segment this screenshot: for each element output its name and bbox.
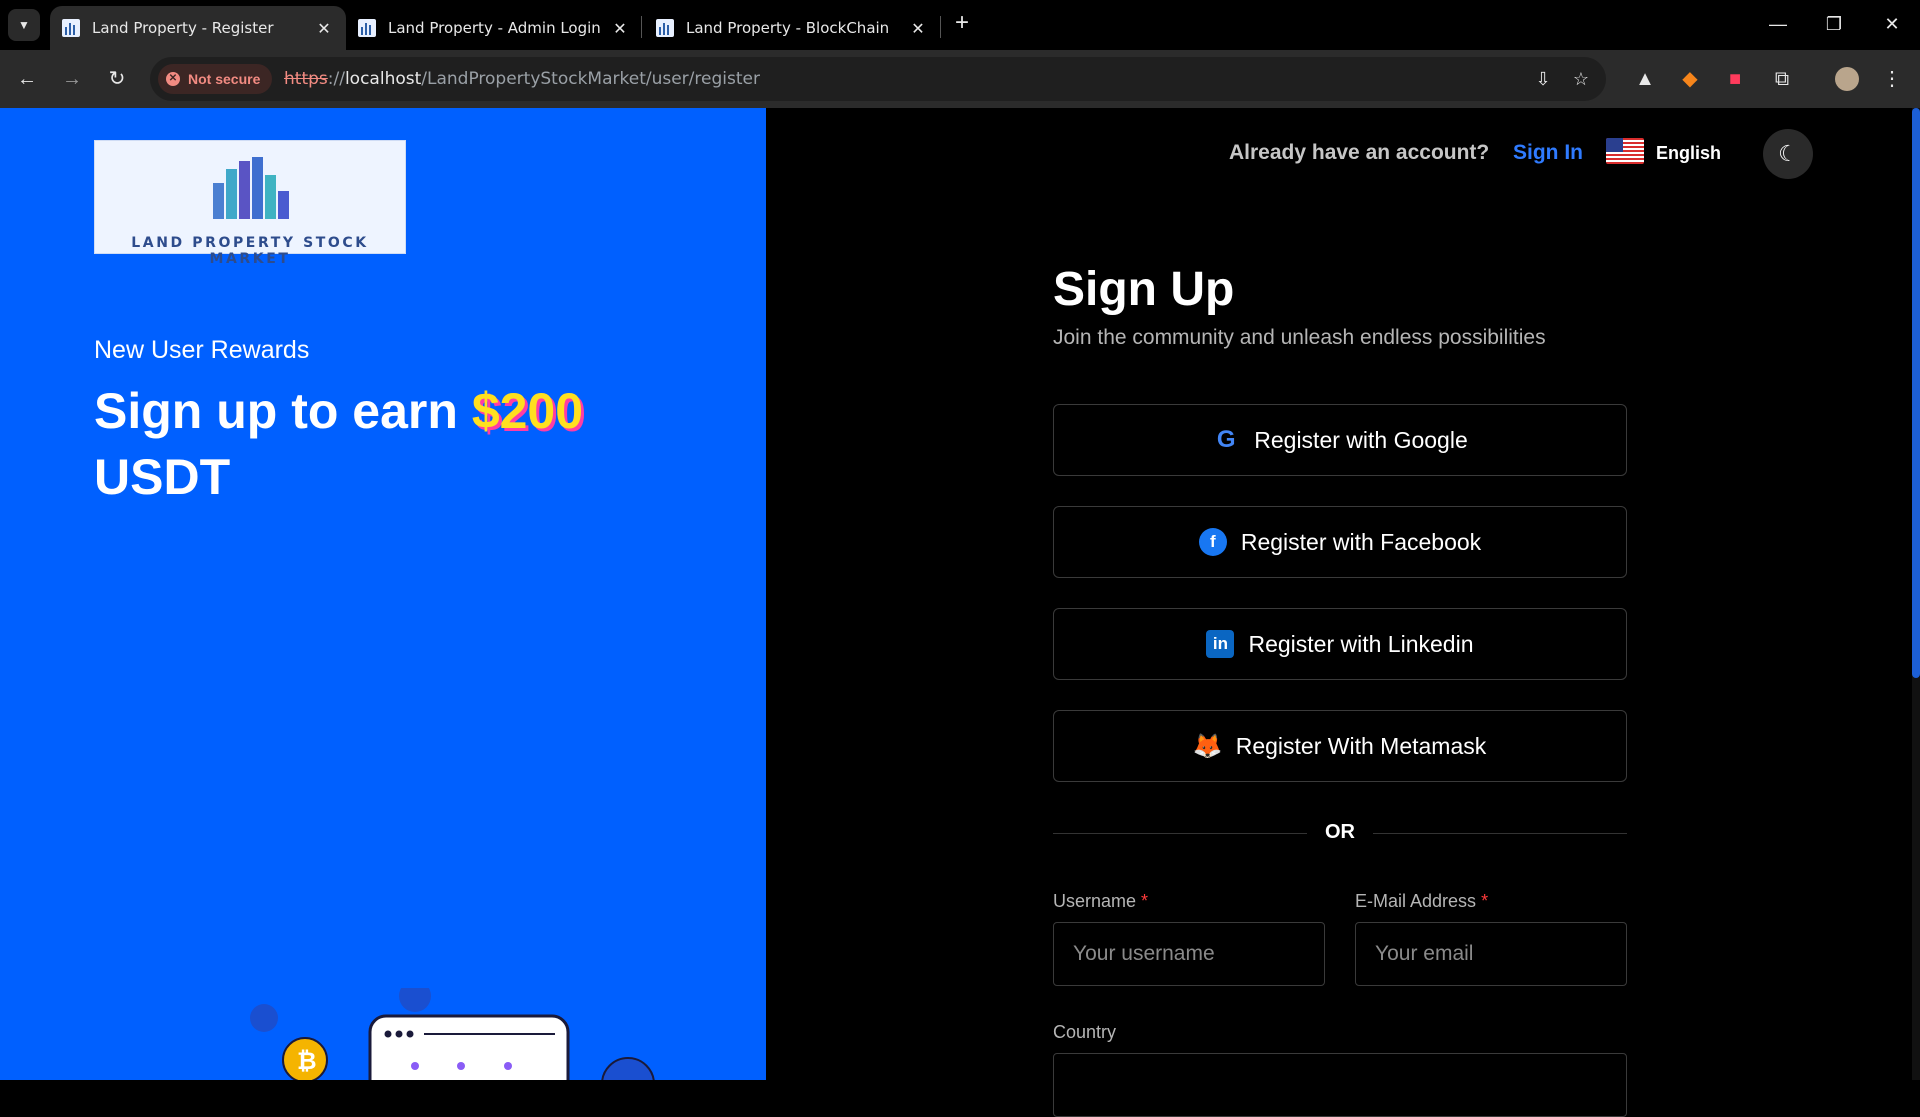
page-title: Sign Up: [1053, 263, 1235, 316]
site-favicon-icon: [62, 19, 80, 37]
url-text[interactable]: https://localhost/LandPropertyStockMarke…: [284, 69, 760, 89]
url-path: /LandPropertyStockMarket/user/register: [421, 69, 760, 89]
email-input[interactable]: [1355, 922, 1627, 986]
close-window-button[interactable]: ✕: [1872, 8, 1912, 40]
tab-blockchain[interactable]: Land Property - BlockChain ✕: [644, 6, 940, 50]
site-favicon-icon: [656, 19, 674, 37]
reload-button[interactable]: ↻: [101, 63, 133, 95]
forward-button[interactable]: →: [56, 63, 88, 95]
close-icon[interactable]: ✕: [908, 19, 928, 38]
chevron-down-icon: ▼: [18, 18, 30, 32]
already-have-account-text: Already have an account?: [1229, 141, 1490, 164]
warning-icon: ✕: [166, 72, 180, 86]
register-google-label: Register with Google: [1254, 426, 1468, 453]
tab-separator: [641, 16, 642, 38]
close-icon[interactable]: ✕: [610, 19, 630, 38]
extension-red-icon[interactable]: ■: [1720, 63, 1750, 95]
moon-icon: ☾: [1778, 141, 1798, 166]
or-divider: OR: [1053, 821, 1627, 845]
new-tab-button[interactable]: +: [948, 10, 976, 38]
tab-title: Land Property - BlockChain: [686, 19, 890, 37]
arrow-left-icon: ←: [17, 68, 37, 90]
menu-kebab-icon[interactable]: ⋮: [1877, 63, 1907, 95]
divider-line: [1373, 833, 1627, 834]
close-icon[interactable]: ✕: [314, 19, 334, 38]
theme-toggle-button[interactable]: ☾: [1763, 129, 1813, 179]
bookmark-star-icon[interactable]: ☆: [1568, 66, 1594, 92]
country-label: Country: [1053, 1022, 1117, 1042]
svg-text:₿: ₿: [297, 1047, 317, 1075]
reload-icon: ↻: [108, 68, 126, 90]
promo-panel: LAND PROPERTY STOCK MARKET New User Rewa…: [0, 108, 766, 1080]
register-linkedin-label: Register with Linkedin: [1248, 630, 1474, 657]
register-facebook-label: Register with Facebook: [1240, 528, 1482, 555]
tab-admin-login[interactable]: Land Property - Admin Login ✕: [346, 6, 642, 50]
register-metamask-button[interactable]: 🦊 Register With Metamask: [1053, 710, 1627, 782]
extension-triangle-icon[interactable]: ▲: [1630, 63, 1660, 95]
tab-register[interactable]: Land Property - Register ✕: [50, 6, 346, 50]
reward-amount: $200: [471, 383, 584, 439]
tab-title: Land Property - Register: [92, 19, 274, 37]
rewards-label: New User Rewards: [94, 336, 310, 364]
security-chip-label: Not secure: [188, 71, 261, 87]
headline-prefix: Sign up to earn: [94, 383, 458, 439]
rewards-headline: Sign up to earn $200 USDT: [94, 378, 654, 510]
email-label-text: E-Mail Address: [1355, 891, 1477, 911]
logo-text: LAND PROPERTY STOCK MARKET: [131, 235, 369, 267]
username-label: Username *: [1053, 891, 1148, 912]
email-label: E-Mail Address *: [1355, 891, 1488, 912]
page-scrollbar[interactable]: [1912, 108, 1920, 1080]
register-facebook-button[interactable]: f Register with Facebook: [1053, 506, 1627, 578]
extensions-puzzle-icon[interactable]: ⧉: [1767, 63, 1797, 95]
plus-icon: +: [954, 9, 969, 36]
install-app-icon[interactable]: ⇩: [1530, 66, 1556, 92]
crypto-illustration: ₿: [250, 988, 655, 1080]
url-host: localhost: [344, 69, 422, 89]
security-chip[interactable]: ✕ Not secure: [158, 64, 273, 94]
language-selector[interactable]: English: [1656, 136, 1721, 170]
signup-panel: Already have an account? Sign In English…: [766, 108, 1910, 1117]
metamask-extension-icon[interactable]: ◆: [1675, 63, 1705, 95]
tab-separator: [940, 16, 941, 38]
tab-search-button[interactable]: ▼: [8, 9, 40, 41]
restore-button[interactable]: ❐: [1814, 8, 1854, 40]
register-google-button[interactable]: G Register with Google: [1053, 404, 1627, 476]
browser-tab-strip: ▼ Land Property - Register ✕ Land Proper…: [0, 0, 1920, 50]
minimize-button[interactable]: —: [1758, 8, 1798, 40]
linkedin-icon: in: [1206, 630, 1235, 658]
required-marker: *: [1481, 891, 1489, 911]
required-marker: *: [1141, 891, 1149, 911]
register-metamask-label: Register With Metamask: [1235, 732, 1487, 759]
page-subtitle: Join the community and unleash endless p…: [1053, 326, 1546, 349]
back-button[interactable]: ←: [11, 63, 43, 95]
headline-suffix: USDT: [94, 449, 231, 505]
tab-title: Land Property - Admin Login: [388, 19, 601, 37]
browser-toolbar: ← → ↻ ✕ Not secure https://localhost/Lan…: [0, 50, 1920, 108]
profile-avatar-icon[interactable]: [1832, 63, 1862, 95]
metamask-icon: 🦊: [1192, 732, 1223, 760]
logo-bars-icon: [213, 153, 289, 219]
username-label-text: Username: [1053, 891, 1137, 911]
facebook-icon: f: [1198, 528, 1227, 556]
url-separator: ://: [327, 69, 345, 89]
us-flag-icon[interactable]: [1606, 138, 1644, 164]
scrollbar-thumb[interactable]: [1912, 108, 1920, 678]
site-favicon-icon: [358, 19, 376, 37]
url-scheme: https: [284, 69, 328, 89]
register-linkedin-button[interactable]: in Register with Linkedin: [1053, 608, 1627, 680]
address-bar[interactable]: ✕ Not secure https://localhost/LandPrope…: [150, 57, 1606, 101]
google-icon: G: [1216, 426, 1236, 453]
username-input[interactable]: [1053, 922, 1325, 986]
country-select[interactable]: [1053, 1053, 1627, 1117]
arrow-right-icon: →: [62, 68, 82, 90]
sign-in-link[interactable]: Sign In: [1513, 136, 1583, 170]
site-logo[interactable]: LAND PROPERTY STOCK MARKET: [94, 140, 406, 267]
